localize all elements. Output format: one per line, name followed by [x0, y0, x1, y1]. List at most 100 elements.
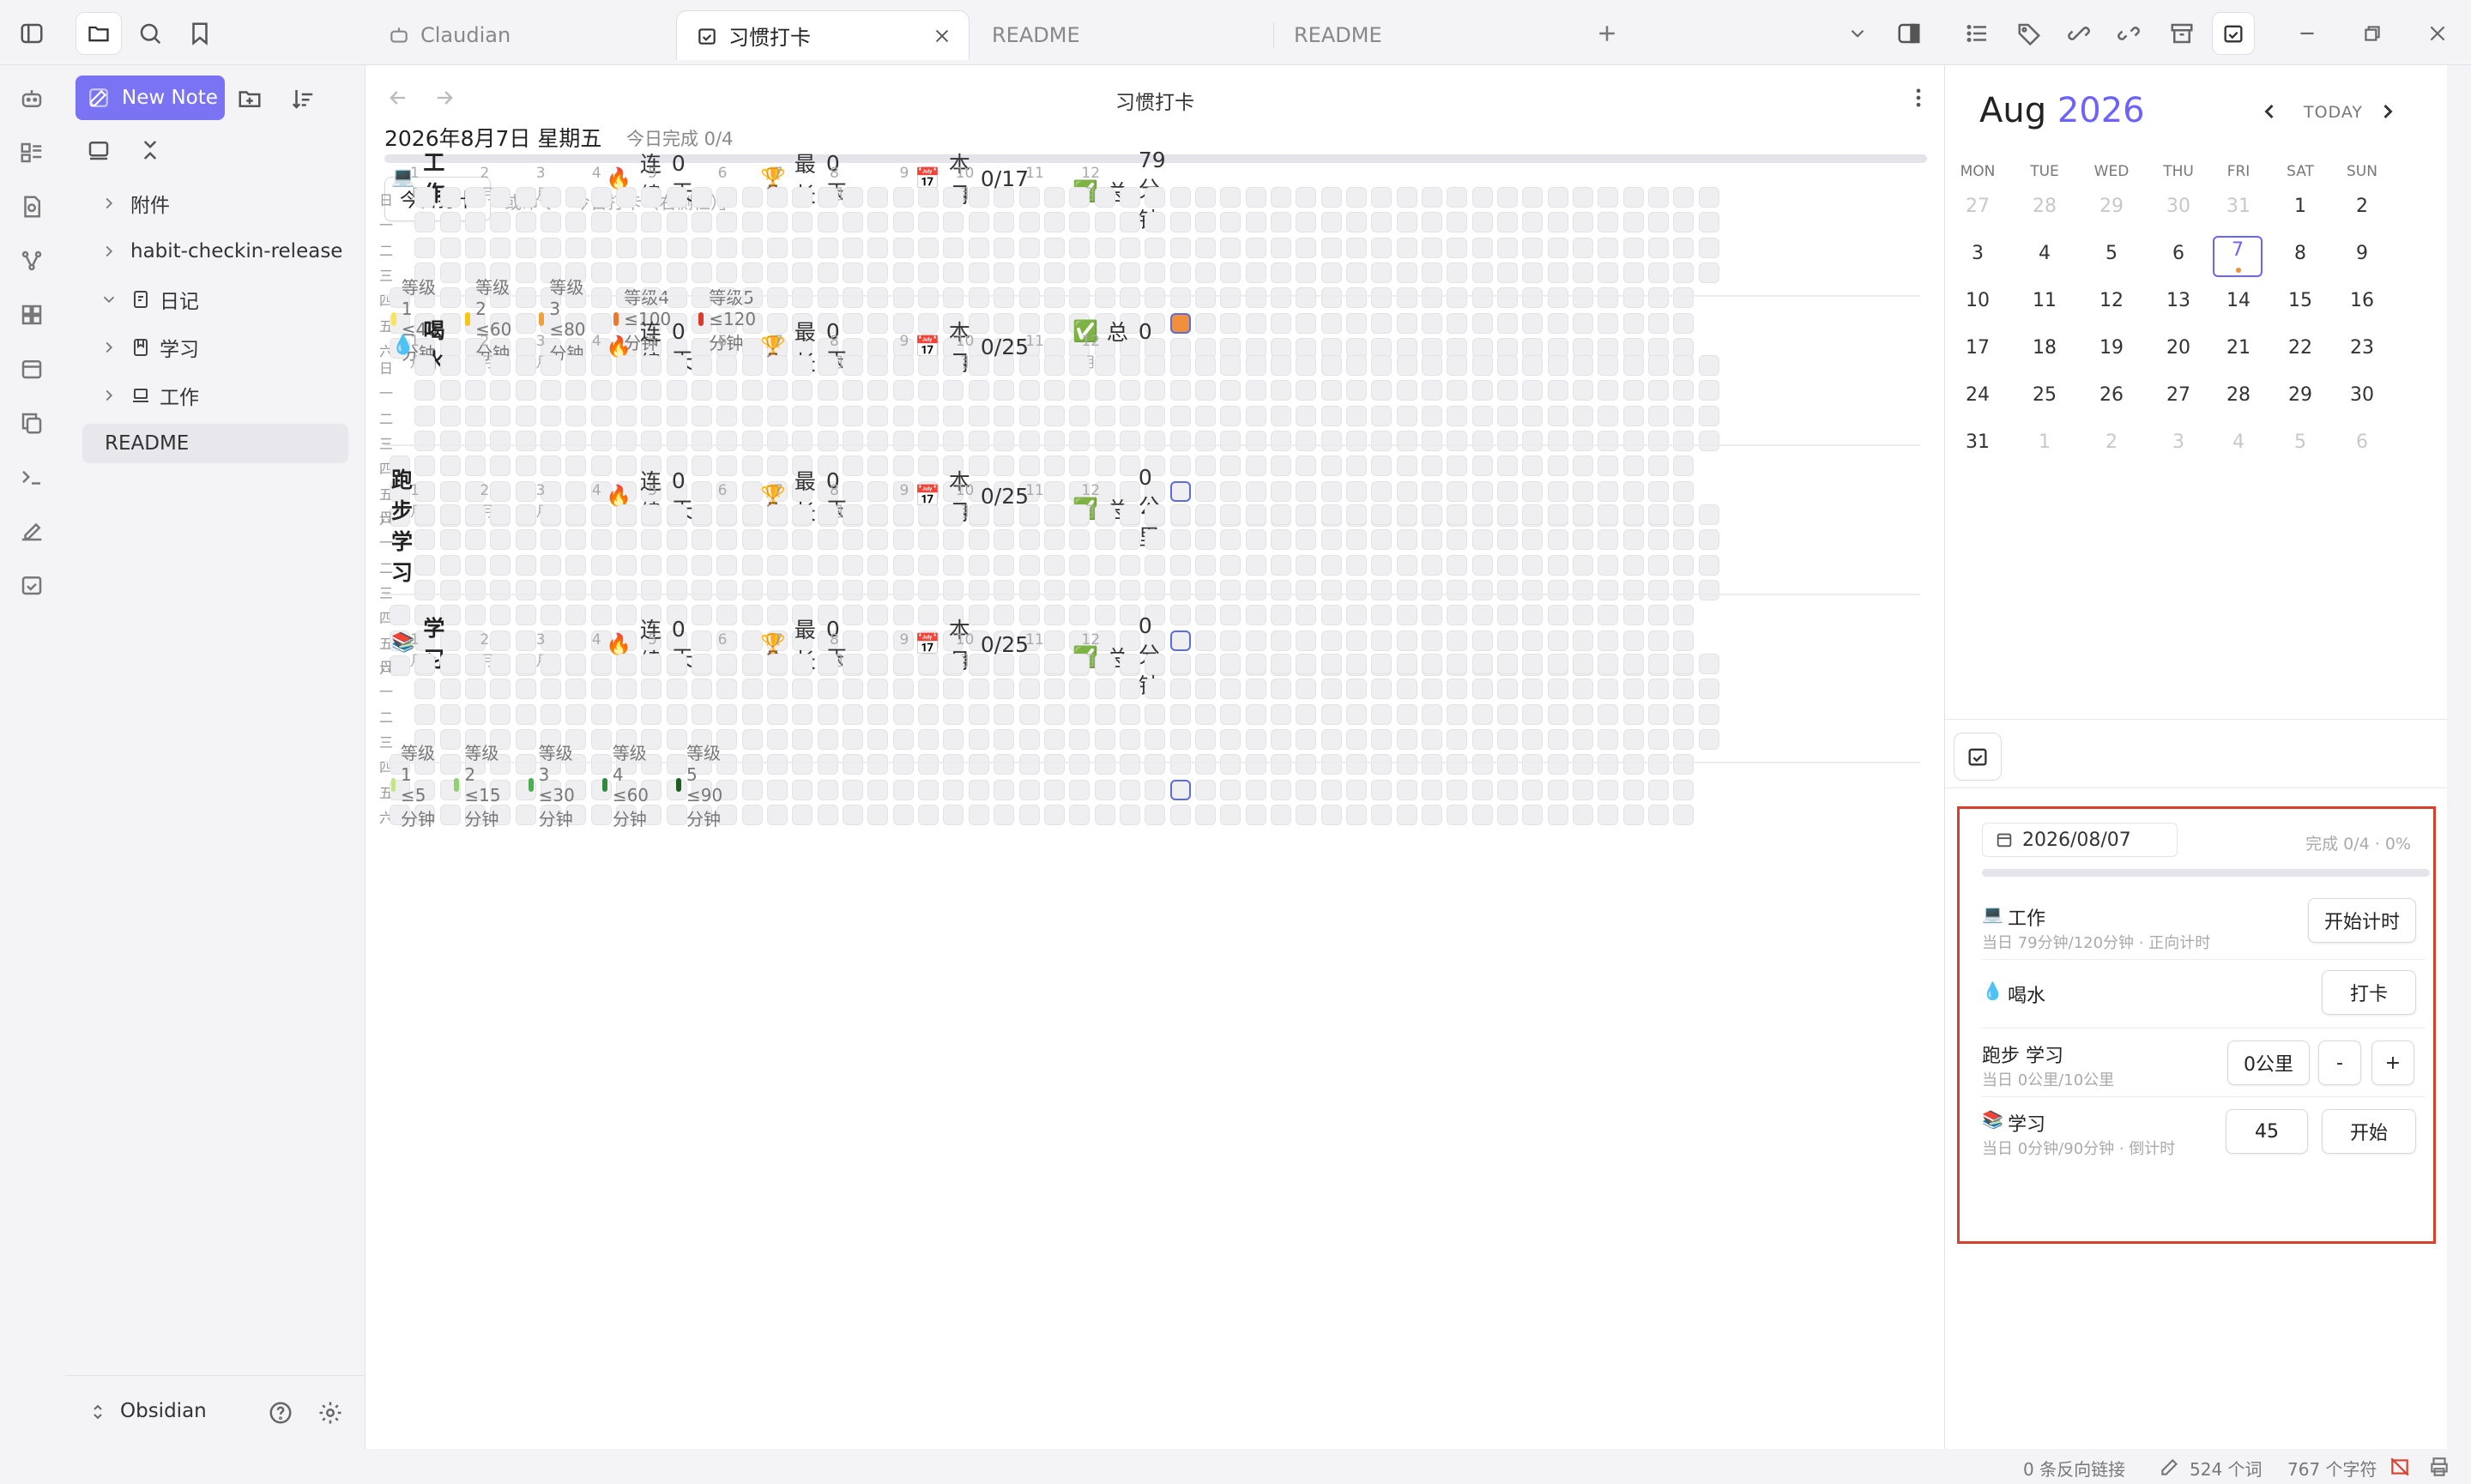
- heatmap-cell[interactable]: [892, 455, 914, 477]
- heatmap-cell[interactable]: [1371, 405, 1393, 426]
- calendar-day[interactable]: 30: [2153, 196, 2204, 217]
- heatmap-cell[interactable]: [666, 654, 687, 674]
- heatmap-cell[interactable]: [465, 529, 486, 551]
- heatmap-cell[interactable]: [1119, 262, 1140, 284]
- heatmap-cell[interactable]: [1421, 754, 1442, 775]
- heatmap-cell[interactable]: [817, 287, 838, 309]
- heatmap-cell[interactable]: [892, 262, 914, 284]
- heatmap-cell[interactable]: [741, 580, 763, 601]
- heatmap-cell[interactable]: [414, 654, 436, 674]
- date-picker[interactable]: 2026/08/07: [1982, 823, 2178, 857]
- heatmap-cell[interactable]: [843, 187, 864, 208]
- print-icon[interactable]: [2428, 1456, 2450, 1478]
- heatmap-cell[interactable]: [1622, 779, 1644, 800]
- heatmap-cell[interactable]: [641, 431, 662, 452]
- heatmap-cell[interactable]: [1018, 431, 1040, 452]
- heatmap-cell[interactable]: [590, 529, 612, 551]
- heatmap-cell[interactable]: [843, 554, 864, 576]
- heatmap-cell[interactable]: [490, 554, 511, 576]
- heatmap-cell[interactable]: [1572, 312, 1593, 334]
- heatmap-cell[interactable]: [1270, 529, 1291, 551]
- heatmap-cell[interactable]: [843, 504, 864, 525]
- heatmap-cell[interactable]: [1320, 312, 1342, 334]
- distance-value[interactable]: 0公里: [2227, 1041, 2310, 1085]
- heatmap-cell[interactable]: [1673, 630, 1695, 651]
- heatmap-cell[interactable]: [1371, 312, 1393, 334]
- heatmap-cell[interactable]: [716, 355, 738, 376]
- increment-button[interactable]: +: [2371, 1041, 2414, 1085]
- heatmap-cell[interactable]: [918, 287, 939, 309]
- heatmap-cell[interactable]: [1371, 212, 1393, 233]
- heatmap-cell[interactable]: [1622, 312, 1644, 334]
- heatmap-cell[interactable]: [666, 355, 687, 376]
- heatmap-cell[interactable]: [792, 431, 813, 452]
- heatmap-cell[interactable]: [1447, 504, 1468, 525]
- heatmap-cell[interactable]: [1496, 455, 1518, 477]
- heatmap-cell[interactable]: [1648, 580, 1669, 601]
- heatmap-cell[interactable]: [1220, 805, 1242, 826]
- calendar-day[interactable]: 2: [2336, 196, 2388, 217]
- heatmap-cell[interactable]: [1648, 480, 1669, 502]
- heatmap-cell[interactable]: [767, 779, 788, 800]
- heatmap-cell[interactable]: [1572, 630, 1593, 651]
- heatmap-cell[interactable]: [1673, 605, 1695, 626]
- heatmap-cell[interactable]: [918, 554, 939, 576]
- heatmap-cell[interactable]: [641, 237, 662, 258]
- heatmap-cell[interactable]: [692, 212, 713, 233]
- heatmap-cell[interactable]: [1320, 455, 1342, 477]
- heatmap-cell[interactable]: [1043, 554, 1065, 576]
- heatmap-cell[interactable]: [1220, 654, 1242, 674]
- heatmap-cell[interactable]: [565, 212, 587, 233]
- heatmap-cell[interactable]: [1522, 679, 1544, 700]
- heatmap-cell[interactable]: [1169, 580, 1191, 601]
- heatmap-cell[interactable]: [1270, 754, 1291, 775]
- heatmap-cell[interactable]: [1396, 237, 1417, 258]
- heatmap-cell[interactable]: [1673, 380, 1695, 401]
- heatmap-cell[interactable]: [892, 679, 914, 700]
- heatmap-cell[interactable]: [918, 355, 939, 376]
- heatmap-cell[interactable]: [716, 529, 738, 551]
- heatmap-cell[interactable]: [867, 312, 889, 334]
- heatmap-cell[interactable]: [666, 431, 687, 452]
- heatmap-cell[interactable]: [1648, 529, 1669, 551]
- heatmap-cell[interactable]: [1572, 779, 1593, 800]
- heatmap-cell[interactable]: [943, 703, 964, 725]
- heatmap-cell[interactable]: [1345, 380, 1367, 401]
- heatmap-cell[interactable]: [1345, 187, 1367, 208]
- heatmap-cell[interactable]: [590, 405, 612, 426]
- heatmap-cell[interactable]: [590, 431, 612, 452]
- heatmap-cell[interactable]: [1345, 805, 1367, 826]
- heatmap-cell[interactable]: [1220, 630, 1242, 651]
- heatmap-cell[interactable]: [843, 703, 864, 725]
- heatmap-cell[interactable]: [1547, 431, 1568, 452]
- heatmap-cell[interactable]: [968, 431, 989, 452]
- heatmap-cell[interactable]: [1069, 380, 1091, 401]
- heatmap-cell[interactable]: [1673, 654, 1695, 674]
- heatmap-cell[interactable]: [1447, 480, 1468, 502]
- calendar-day[interactable]: 6: [2336, 431, 2388, 453]
- heatmap-cell[interactable]: [1345, 431, 1367, 452]
- heatmap-cell[interactable]: [1296, 729, 1317, 751]
- heatmap-cell[interactable]: [1296, 187, 1317, 208]
- heatmap-cell[interactable]: [1471, 529, 1493, 551]
- heatmap-cell[interactable]: [1522, 312, 1544, 334]
- heatmap-cell[interactable]: [1220, 504, 1242, 525]
- heatmap-cell[interactable]: [843, 529, 864, 551]
- heatmap-cell[interactable]: [1522, 605, 1544, 626]
- heatmap-cell[interactable]: [1094, 187, 1115, 208]
- heatmap-cell[interactable]: [1069, 754, 1091, 775]
- heatmap-cell[interactable]: [817, 654, 838, 674]
- heatmap-cell[interactable]: [1673, 187, 1695, 208]
- heatmap-cell[interactable]: [515, 529, 536, 551]
- heatmap-cell[interactable]: [1471, 262, 1493, 284]
- heatmap-cell[interactable]: [1270, 455, 1291, 477]
- heatmap-cell[interactable]: [1673, 355, 1695, 376]
- heatmap-cell[interactable]: [1648, 605, 1669, 626]
- heatmap-cell[interactable]: [1245, 237, 1266, 258]
- calendar-day[interactable]: 21: [2213, 337, 2264, 359]
- heatmap-cell[interactable]: [1622, 355, 1644, 376]
- heatmap-cell[interactable]: [1471, 287, 1493, 309]
- backlinks-count[interactable]: 0 条反向链接: [2023, 1456, 2125, 1481]
- heatmap-cell[interactable]: [1018, 554, 1040, 576]
- heatmap-cell[interactable]: [1648, 554, 1669, 576]
